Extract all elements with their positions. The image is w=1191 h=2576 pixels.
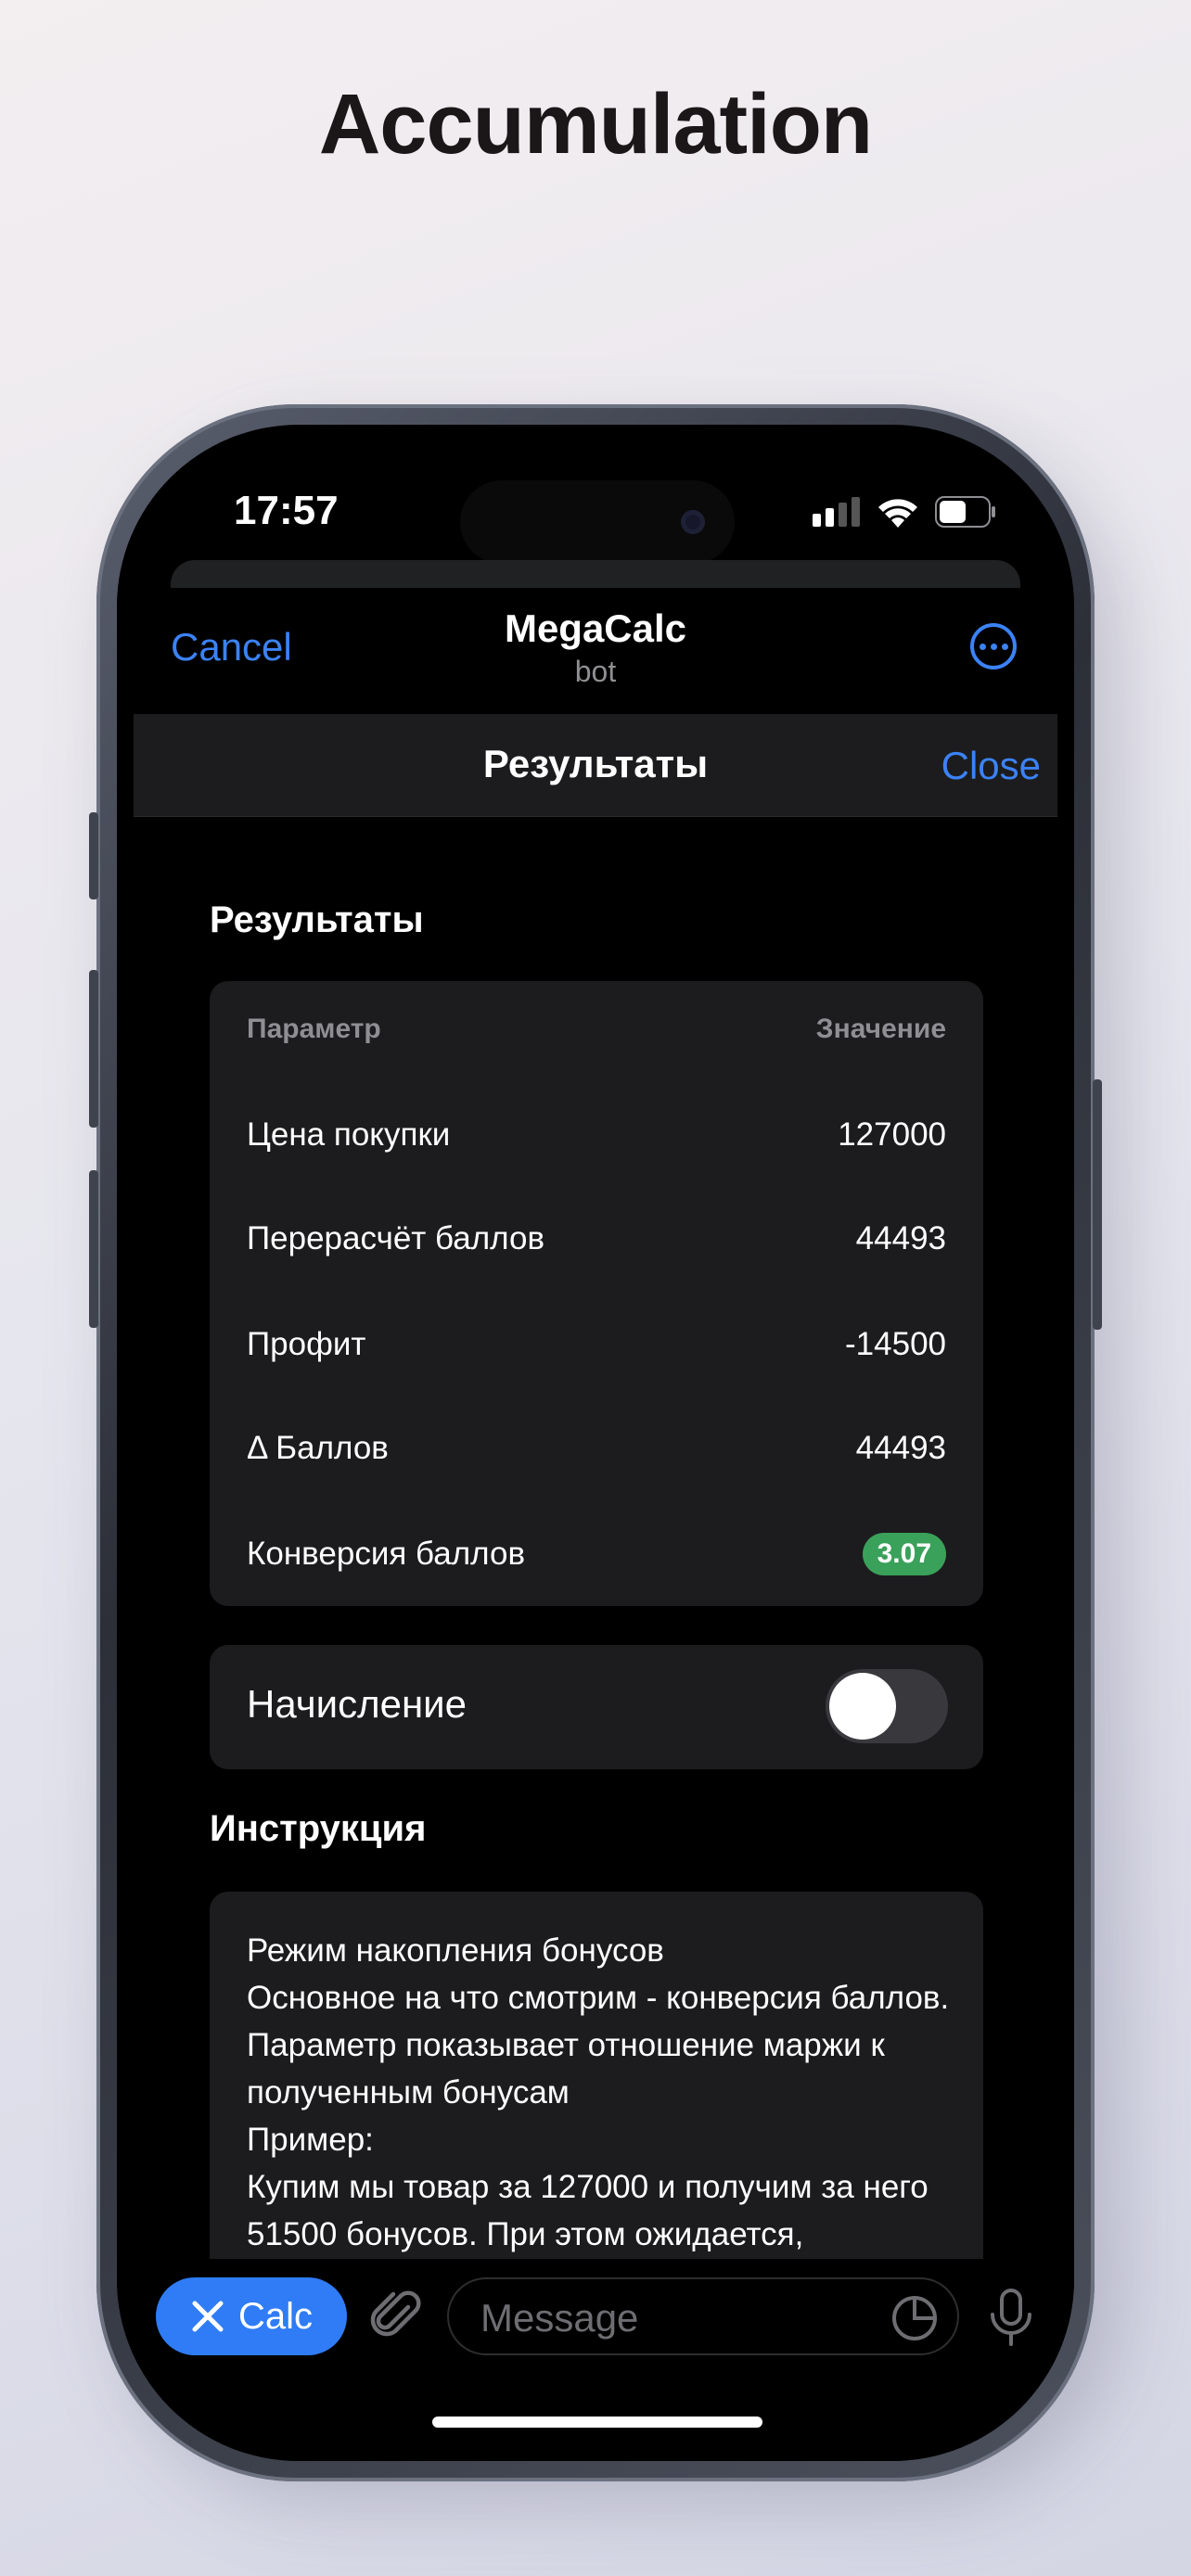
- sticker-icon[interactable]: [889, 2292, 941, 2344]
- status-icons: [813, 495, 996, 529]
- close-button[interactable]: Close: [941, 744, 1041, 788]
- row-label: Цена покупки: [247, 1116, 451, 1153]
- bot-subtitle: bot: [574, 655, 617, 688]
- row-value: 44493: [855, 1430, 946, 1466]
- row-value: 127000: [838, 1116, 946, 1153]
- row-label: Δ Баллов: [247, 1430, 389, 1466]
- home-indicator: [432, 2417, 762, 2428]
- volume-down-button: [89, 1170, 98, 1328]
- results-section-title: Результаты: [210, 899, 424, 940]
- instruction-section-title: Инструкция: [210, 1808, 427, 1849]
- page-headline: Accumulation: [318, 77, 873, 172]
- microphone-icon[interactable]: [983, 2287, 1039, 2348]
- row-value: -14500: [845, 1326, 946, 1362]
- ellipsis-circle-icon[interactable]: [970, 623, 1017, 670]
- table-row: Перерасчёт баллов 44493: [247, 1211, 946, 1267]
- instruction-text: Режим накопления бонусов Основное на что…: [247, 1927, 952, 2258]
- message-placeholder: Message: [480, 2296, 639, 2340]
- webapp-header: Результаты Close: [134, 714, 1057, 817]
- message-input[interactable]: Message: [447, 2277, 959, 2355]
- accrual-toggle[interactable]: [826, 1669, 948, 1743]
- conversion-badge: 3.07: [862, 1533, 946, 1575]
- bot-title: MegaCalc: [504, 606, 687, 650]
- row-label: Конверсия баллов: [247, 1536, 526, 1572]
- column-header-value: Значение: [815, 1014, 946, 1044]
- sheet-edge: [171, 560, 1020, 588]
- row-label: Профит: [247, 1326, 366, 1362]
- status-time: 17:57: [234, 488, 339, 533]
- calc-button-label: Calc: [237, 2295, 314, 2337]
- camera-icon: [681, 510, 705, 534]
- wifi-icon: [878, 499, 917, 528]
- webapp-title: Результаты: [482, 742, 709, 785]
- action-button: [89, 812, 98, 899]
- cellular-signal-icon: [813, 497, 860, 527]
- phone-screen: 17:57 Cancel MegaCalc bot Результаты Clo…: [117, 425, 1074, 2461]
- table-row: Δ Баллов 44493: [247, 1421, 946, 1476]
- row-label: Перерасчёт баллов: [247, 1220, 545, 1256]
- instruction-body: Режим накопления бонусов Основное на что…: [247, 1932, 950, 2252]
- calc-button[interactable]: Calc: [156, 2277, 347, 2355]
- row-value: 44493: [855, 1220, 946, 1256]
- table-row: Профит -14500: [247, 1317, 946, 1372]
- close-x-icon: [192, 2301, 224, 2332]
- power-button: [1093, 1079, 1102, 1330]
- toggle-knob: [829, 1673, 896, 1740]
- table-row: Цена покупки 127000: [247, 1107, 946, 1163]
- column-header-parameter: Параметр: [247, 1014, 381, 1044]
- volume-up-button: [89, 970, 98, 1128]
- table-row: Конверсия баллов 3.07: [247, 1526, 946, 1582]
- accrual-label: Начисление: [247, 1682, 467, 1726]
- accrual-card: Начисление: [210, 1645, 983, 1769]
- results-table: Параметр Значение Цена покупки 127000 Пе…: [210, 981, 983, 1606]
- table-header: Параметр Значение: [247, 1001, 946, 1057]
- paperclip-icon[interactable]: [367, 2287, 427, 2346]
- battery-icon: [935, 496, 995, 528]
